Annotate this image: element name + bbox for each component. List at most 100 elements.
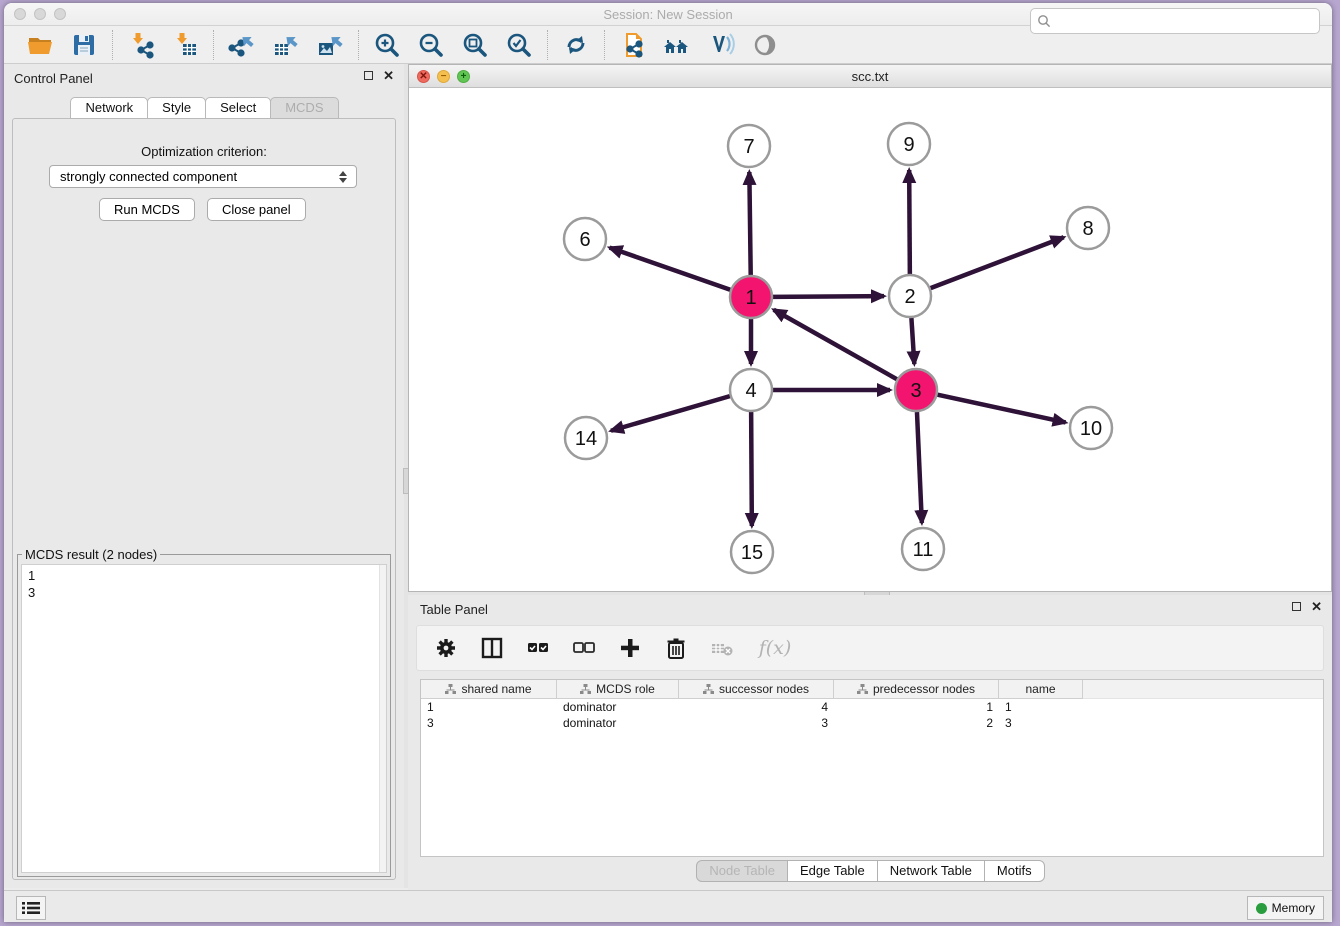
delete-row-icon[interactable] bbox=[663, 635, 689, 661]
network-window-titlebar[interactable]: ✕ − + scc.txt bbox=[409, 65, 1331, 88]
graph-node-7[interactable]: 7 bbox=[728, 125, 770, 167]
tab-network[interactable]: Network bbox=[70, 97, 148, 119]
node-label: 15 bbox=[741, 542, 763, 564]
tab-network-table[interactable]: Network Table bbox=[877, 860, 985, 882]
node-label: 3 bbox=[910, 380, 921, 402]
mcds-result-text[interactable]: 1 3 bbox=[21, 564, 387, 873]
column-header-name[interactable]: name bbox=[999, 680, 1083, 699]
tab-style[interactable]: Style bbox=[147, 97, 206, 119]
node-table: shared nameMCDS rolesuccessor nodesprede… bbox=[420, 679, 1324, 857]
table-row[interactable]: 1dominator411 bbox=[421, 699, 1323, 715]
refresh-layout-icon[interactable] bbox=[562, 31, 590, 59]
table-cell[interactable]: 3 bbox=[421, 715, 557, 731]
table-header-row: shared nameMCDS rolesuccessor nodesprede… bbox=[421, 680, 1323, 699]
hide-icon[interactable] bbox=[751, 31, 779, 59]
table-cell[interactable]: 4 bbox=[679, 699, 834, 715]
edge-3-1[interactable] bbox=[774, 310, 897, 379]
settings-icon[interactable] bbox=[433, 635, 459, 661]
memory-button[interactable]: Memory bbox=[1247, 896, 1324, 920]
graph-node-4[interactable]: 4 bbox=[730, 369, 772, 411]
edge-1-7[interactable] bbox=[749, 172, 750, 275]
result-scrollbar[interactable] bbox=[379, 565, 386, 872]
edge-4-14[interactable] bbox=[611, 396, 730, 431]
status-bar: Memory bbox=[4, 890, 1332, 922]
optimization-criterion-select[interactable]: strongly connected component bbox=[49, 165, 357, 188]
node-label: 6 bbox=[579, 229, 590, 251]
close-table-panel-icon[interactable]: ✕ bbox=[1311, 601, 1322, 612]
export-network-icon[interactable] bbox=[228, 31, 256, 59]
edge-1-6[interactable] bbox=[610, 248, 731, 290]
tab-mcds[interactable]: MCDS bbox=[270, 97, 338, 119]
import-network-icon[interactable] bbox=[127, 31, 155, 59]
task-history-button[interactable] bbox=[16, 896, 46, 920]
import-table-icon[interactable] bbox=[171, 31, 199, 59]
network-graph-canvas[interactable]: 7 9 6 8 1 2 4 3 14 10 15 11 bbox=[409, 88, 1331, 591]
tab-select[interactable]: Select bbox=[205, 97, 271, 119]
home-icon[interactable] bbox=[663, 31, 691, 59]
column-header-shared-name[interactable]: shared name bbox=[421, 680, 557, 699]
tab-edge-table[interactable]: Edge Table bbox=[787, 860, 878, 882]
edge-2-9[interactable] bbox=[909, 170, 910, 274]
edge-2-8[interactable] bbox=[931, 237, 1064, 288]
table-cell[interactable]: 3 bbox=[999, 715, 1083, 731]
graph-node-8[interactable]: 8 bbox=[1067, 207, 1109, 249]
close-panel-icon[interactable]: ✕ bbox=[383, 70, 394, 81]
vizmapper-icon[interactable] bbox=[707, 31, 735, 59]
table-cell[interactable]: 3 bbox=[679, 715, 834, 731]
table-cell[interactable]: 1 bbox=[834, 699, 999, 715]
table-panel-title: Table Panel bbox=[420, 602, 488, 617]
node-label: 1 bbox=[745, 287, 756, 309]
clone-network-icon[interactable] bbox=[619, 31, 647, 59]
tab-node-table[interactable]: Node Table bbox=[696, 860, 788, 882]
save-session-icon[interactable] bbox=[70, 31, 98, 59]
node-label: 9 bbox=[903, 134, 914, 156]
graph-node-11[interactable]: 11 bbox=[902, 528, 944, 570]
table-cell[interactable]: 1 bbox=[999, 699, 1083, 715]
table-cell[interactable]: dominator bbox=[557, 699, 679, 715]
tab-motifs[interactable]: Motifs bbox=[984, 860, 1045, 882]
edge-4-15[interactable] bbox=[751, 412, 752, 526]
open-session-icon[interactable] bbox=[26, 31, 54, 59]
graph-node-3[interactable]: 3 bbox=[895, 369, 937, 411]
graph-node-9[interactable]: 9 bbox=[888, 123, 930, 165]
add-row-icon[interactable] bbox=[617, 635, 643, 661]
task-list-icon bbox=[22, 901, 40, 915]
export-image-icon[interactable] bbox=[316, 31, 344, 59]
unselect-all-icon[interactable] bbox=[571, 635, 597, 661]
graph-node-2[interactable]: 2 bbox=[889, 275, 931, 317]
zoom-fit-icon[interactable] bbox=[461, 31, 489, 59]
control-panel-title: Control Panel bbox=[14, 71, 93, 86]
search-box[interactable] bbox=[1030, 8, 1320, 34]
export-table-icon[interactable] bbox=[272, 31, 300, 59]
graph-node-6[interactable]: 6 bbox=[564, 218, 606, 260]
edge-2-3[interactable] bbox=[911, 318, 914, 364]
float-panel-icon[interactable] bbox=[364, 71, 373, 80]
run-mcds-button[interactable]: Run MCDS bbox=[99, 198, 195, 221]
column-header-predecessor-nodes[interactable]: predecessor nodes bbox=[834, 680, 999, 699]
control-panel-tabs: NetworkStyleSelectMCDS bbox=[4, 97, 404, 119]
table-cell[interactable]: dominator bbox=[557, 715, 679, 731]
table-row[interactable]: 3dominator323 bbox=[421, 715, 1323, 731]
search-input[interactable] bbox=[1055, 11, 1319, 31]
edge-3-11[interactable] bbox=[917, 412, 922, 523]
graph-node-14[interactable]: 14 bbox=[565, 417, 607, 459]
close-panel-button[interactable]: Close panel bbox=[207, 198, 306, 221]
column-header-successor-nodes[interactable]: successor nodes bbox=[679, 680, 834, 699]
table-cell[interactable]: 2 bbox=[834, 715, 999, 731]
graph-node-15[interactable]: 15 bbox=[731, 531, 773, 573]
edge-1-2[interactable] bbox=[773, 296, 884, 297]
columns-icon[interactable] bbox=[479, 635, 505, 661]
graph-node-10[interactable]: 10 bbox=[1070, 407, 1112, 449]
selected-criterion: strongly connected component bbox=[60, 169, 237, 184]
edge-3-10[interactable] bbox=[937, 395, 1065, 423]
column-header-MCDS-role[interactable]: MCDS role bbox=[557, 680, 679, 699]
graph-node-1[interactable]: 1 bbox=[730, 276, 772, 318]
zoom-out-icon[interactable] bbox=[417, 31, 445, 59]
zoom-selected-icon[interactable] bbox=[505, 31, 533, 59]
function-builder-icon: f(x) bbox=[755, 635, 795, 661]
select-all-icon[interactable] bbox=[525, 635, 551, 661]
zoom-in-icon[interactable] bbox=[373, 31, 401, 59]
network-window-title: scc.txt bbox=[409, 69, 1331, 84]
float-table-panel-icon[interactable] bbox=[1292, 602, 1301, 611]
table-cell[interactable]: 1 bbox=[421, 699, 557, 715]
